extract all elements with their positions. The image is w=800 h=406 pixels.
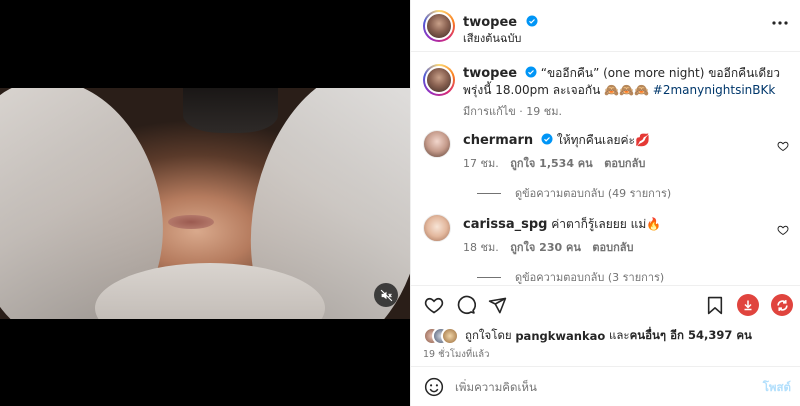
comment-likes[interactable]: ถูกใจ 1,534 คน (510, 157, 592, 170)
comment-text: ค่าตาก็รู้เลยยย แม่🔥 (551, 217, 662, 231)
video-scene-cap (183, 88, 278, 133)
like-button[interactable] (423, 294, 445, 316)
audio-label[interactable]: เสียงต้นฉบับ (463, 29, 521, 47)
likes-summary[interactable]: ถูกใจโดย pangkwankao และ คนอื่นๆ อีก 54,3… (423, 327, 752, 345)
caption: twopee “ขออีกคืน” (one more night) ขออีก… (423, 64, 789, 118)
download-button[interactable] (737, 294, 759, 316)
comment-text: ให้ทุกคืนเลยค่ะ💋 (556, 133, 650, 147)
author-username[interactable]: twopee (463, 15, 517, 30)
comment-like-icon[interactable] (777, 224, 789, 236)
verified-icon (541, 133, 553, 145)
add-comment-bar: โพสต์ (411, 366, 800, 406)
likes-user[interactable]: pangkwankao (515, 329, 605, 343)
comment-icon (457, 295, 476, 315)
video-scene-face (168, 215, 214, 229)
share-button[interactable] (486, 294, 508, 316)
repost-icon (776, 299, 788, 311)
share-icon (488, 297, 506, 313)
caption-hashtag[interactable]: #2manynightsinBKk (653, 83, 776, 97)
mute-icon (380, 289, 392, 301)
post-details-panel: twopee เสียงต้นฉบับ twopee “ขออีกคืน” (o… (410, 0, 800, 406)
post-media[interactable] (0, 0, 410, 406)
repost-button[interactable] (771, 294, 793, 316)
comment-avatar[interactable] (423, 130, 451, 158)
bookmark-icon (707, 296, 723, 314)
comment-item: chermarn ให้ทุกคืนเลยค่ะ💋 17 ชม. ถูกใจ 1… (423, 130, 789, 220)
view-replies-label: ดูข้อความตอบกลับ (49 รายการ) (515, 187, 672, 200)
comment-like-icon[interactable] (777, 140, 789, 152)
video-player[interactable] (0, 88, 410, 319)
reply-button[interactable]: ตอบกลับ (592, 241, 633, 254)
comment-age: 17 ชม. (463, 157, 499, 170)
action-bar (411, 285, 800, 323)
comment-age: 18 ชม. (463, 241, 499, 254)
download-icon (744, 300, 752, 311)
more-options-button[interactable] (771, 14, 789, 32)
likes-prefix: ถูกใจโดย (465, 328, 512, 342)
caption-avatar[interactable] (423, 64, 455, 96)
mute-button[interactable] (374, 283, 398, 307)
comment-button[interactable] (455, 294, 477, 316)
author-avatar[interactable] (423, 10, 455, 42)
emoji-icon[interactable] (424, 377, 444, 397)
liker-avatars (423, 327, 459, 345)
comment-input[interactable] (455, 377, 745, 397)
post-comment-button[interactable]: โพสต์ (763, 379, 791, 397)
verified-icon (526, 15, 538, 27)
comment-item: carissa_spg ค่าตาก็รู้เลยยย แม่🔥 18 ชม. … (423, 214, 789, 284)
comment-username[interactable]: carissa_spg (463, 217, 547, 232)
caption-meta: มีการแก้ไข · 19 ชม. (463, 105, 562, 118)
likes-middle: และ (608, 328, 630, 342)
post-header: twopee เสียงต้นฉบับ (411, 0, 800, 52)
more-options-icon (772, 21, 788, 25)
save-button[interactable] (704, 294, 726, 316)
comment-likes[interactable]: ถูกใจ 230 คน (510, 241, 581, 254)
view-replies-label: ดูข้อความตอบกลับ (3 รายการ) (515, 271, 665, 284)
likes-others[interactable]: คนอื่นๆ อีก 54,397 คน (630, 327, 752, 345)
comments-list[interactable]: twopee “ขออีกคืน” (one more night) ขออีก… (411, 53, 800, 285)
comment-username[interactable]: chermarn (463, 133, 533, 148)
view-replies-button[interactable]: ดูข้อความตอบกลับ (49 รายการ) (477, 184, 671, 202)
caption-username[interactable]: twopee (463, 66, 517, 81)
comment-avatar[interactable] (423, 214, 451, 242)
reply-button[interactable]: ตอบกลับ (604, 157, 645, 170)
post-timestamp[interactable]: 19 ชั่วโมงที่แล้ว (423, 347, 489, 362)
heart-icon (424, 297, 444, 314)
verified-icon (525, 66, 537, 78)
view-replies-button[interactable]: ดูข้อความตอบกลับ (3 รายการ) (477, 268, 664, 285)
